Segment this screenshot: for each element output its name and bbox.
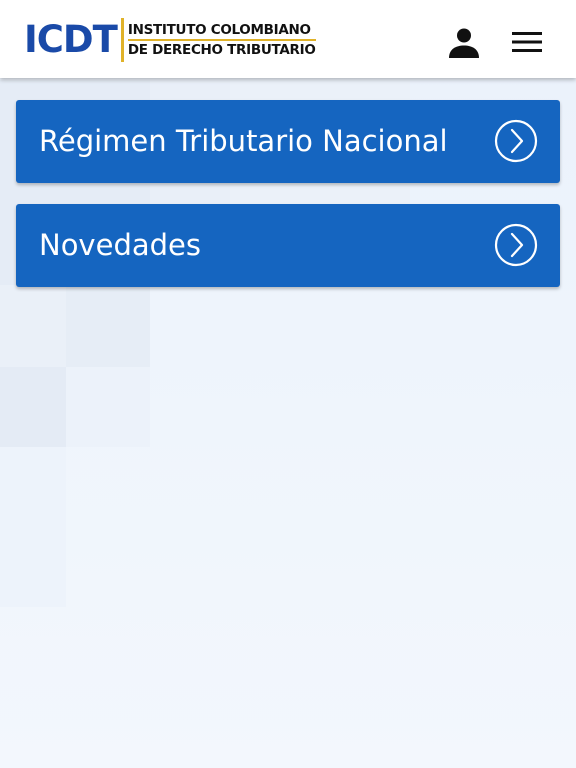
logo-line-2: DE DERECHO TRIBUTARIO <box>127 42 316 58</box>
background-tile <box>66 367 150 447</box>
user-icon-graphic <box>449 28 479 58</box>
chevron-right-circle-icon <box>494 119 538 163</box>
menu-item-regimen-tributario-nacional[interactable]: Régimen Tributario Nacional <box>16 100 560 183</box>
hamburger-menu-graphic <box>512 32 542 52</box>
hamburger-menu-icon[interactable] <box>509 24 545 60</box>
menu-item-label: Novedades <box>39 228 201 262</box>
logo-line-1: INSTITUTO COLOMBIANO <box>127 22 311 38</box>
logo-mark: ICDT <box>24 18 118 61</box>
background-tile <box>0 367 66 447</box>
background-tile <box>0 447 66 607</box>
user-icon[interactable] <box>446 24 482 60</box>
app-header: ICDT INSTITUTO COLOMBIANO DE DERECHO TRI… <box>0 0 576 78</box>
chevron-right-circle-icon <box>494 223 538 267</box>
menu-item-label: Régimen Tributario Nacional <box>39 124 448 158</box>
logo-divider <box>120 18 124 62</box>
logo-text: INSTITUTO COLOMBIANO DE DERECHO TRIBUTAR… <box>127 18 316 62</box>
icdt-logo[interactable]: ICDT INSTITUTO COLOMBIANO DE DERECHO TRI… <box>24 18 316 62</box>
main-menu: Régimen Tributario Nacional Novedades <box>16 100 560 308</box>
logo-underline <box>127 39 316 41</box>
menu-item-novedades[interactable]: Novedades <box>16 204 560 287</box>
